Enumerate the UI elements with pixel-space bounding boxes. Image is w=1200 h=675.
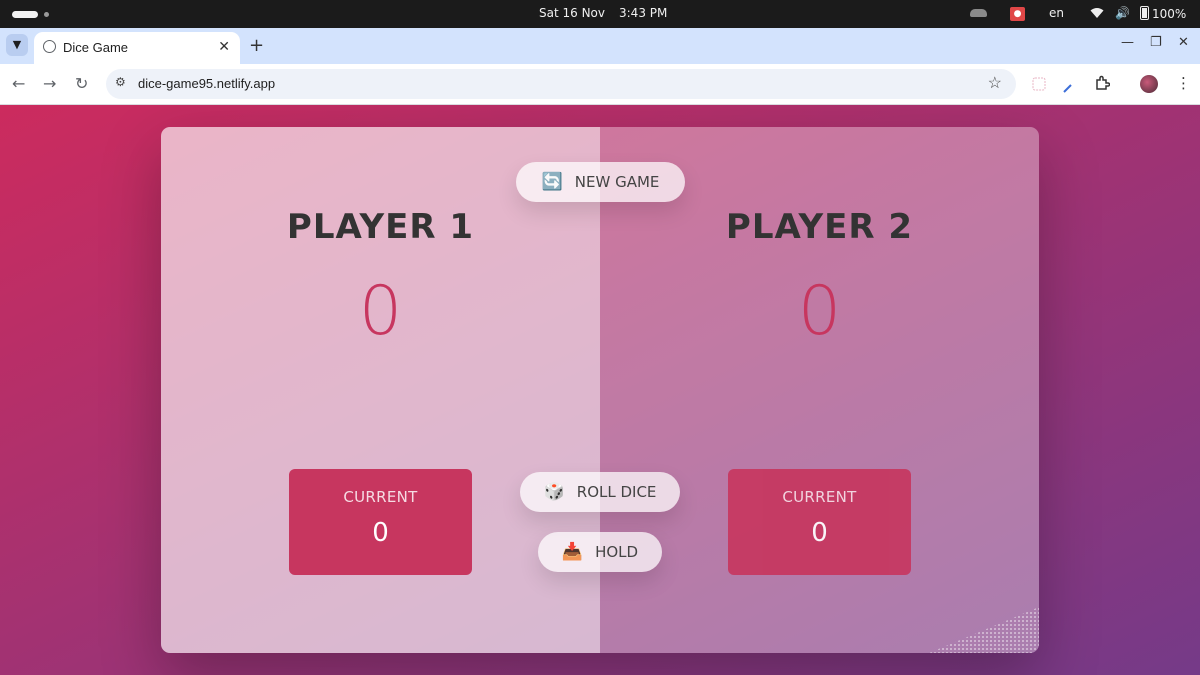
battery-status[interactable]: 100% (1140, 6, 1186, 21)
inbox-tray-icon: 📥 (561, 542, 584, 562)
workspace-dot (44, 12, 49, 17)
roll-dice-label: ROLL DICE (576, 483, 657, 501)
browser-tab-strip: ▼ Dice Game ✕ + — ❐ ✕ (0, 28, 1200, 64)
dice-icon: 🎲 (543, 482, 565, 502)
cloud-icon[interactable] (970, 9, 987, 17)
new-game-button[interactable]: 🔄 NEW GAME (516, 162, 685, 202)
new-tab-plus-icon[interactable]: + (249, 35, 264, 56)
pen-extension-icon[interactable] (1063, 78, 1073, 97)
screen-record-icon[interactable]: ● (1010, 7, 1025, 21)
tab-dice-game[interactable]: Dice Game ✕ (34, 32, 240, 64)
hold-button[interactable]: 📥 HOLD (538, 532, 662, 572)
hold-label: HOLD (595, 543, 639, 561)
profile-avatar[interactable] (1140, 75, 1158, 93)
extension-tile-icon[interactable] (1032, 76, 1046, 95)
roll-dice-button[interactable]: 🎲 ROLL DICE (520, 472, 680, 512)
player-2-current-label: CURRENT (782, 488, 857, 506)
game-board: PLAYER 1 0 CURRENT 0 PLAYER 2 0 CURRENT … (161, 127, 1039, 653)
player-1-name: PLAYER 1 (286, 207, 475, 247)
new-game-label: NEW GAME (574, 173, 660, 191)
os-date: Sat 16 Nov (539, 6, 605, 20)
player-1-score: 0 (358, 272, 403, 351)
player-2-score: 0 (797, 272, 842, 351)
tab-close-icon[interactable]: ✕ (218, 38, 230, 55)
tab-title: Dice Game (63, 40, 129, 55)
player-2-current-box: CURRENT 0 (728, 469, 911, 575)
url-text[interactable]: dice-game95.netlify.app (138, 76, 275, 91)
wifi-icon[interactable] (1090, 7, 1104, 22)
player-1-panel: PLAYER 1 0 CURRENT 0 (161, 127, 600, 653)
os-time: 3:43 PM (619, 6, 668, 20)
bookmark-star-icon[interactable]: ☆ (988, 73, 1002, 93)
activities-indicator[interactable] (12, 11, 38, 18)
address-bar[interactable]: ⚙ dice-game95.netlify.app ☆ (106, 69, 1016, 99)
window-close-icon[interactable]: ✕ (1178, 35, 1189, 50)
os-clock[interactable]: Sat 16 Nov 3:43 PM (539, 6, 667, 20)
page-viewport: PLAYER 1 0 CURRENT 0 PLAYER 2 0 CURRENT … (0, 105, 1200, 675)
os-top-bar: Sat 16 Nov 3:43 PM ● en 🔊 100% (0, 0, 1200, 28)
refresh-icon: 🔄 (541, 172, 563, 192)
player-2-current-score: 0 (811, 518, 828, 548)
player-1-current-label: CURRENT (343, 488, 418, 506)
volume-icon[interactable]: 🔊 (1115, 6, 1130, 20)
decorative-dot-pattern (929, 607, 1039, 653)
battery-percent: 100% (1152, 7, 1187, 21)
back-arrow-icon[interactable]: ← (12, 74, 25, 93)
forward-arrow-icon[interactable]: → (43, 74, 56, 93)
minimize-icon[interactable]: — (1121, 35, 1134, 50)
reload-icon[interactable]: ↻ (75, 74, 88, 93)
site-info-icon[interactable]: ⚙ (115, 75, 126, 89)
battery-icon (1140, 6, 1149, 20)
input-language[interactable]: en (1049, 6, 1064, 20)
player-1-current-box: CURRENT 0 (289, 469, 472, 575)
browser-menu-icon[interactable]: ⋮ (1176, 74, 1191, 92)
player-1-current-score: 0 (372, 518, 389, 548)
restore-icon[interactable]: ❐ (1150, 35, 1162, 50)
globe-icon (43, 40, 56, 53)
player-2-panel: PLAYER 2 0 CURRENT 0 (600, 127, 1039, 653)
browser-toolbar: ← → ↻ ⚙ dice-game95.netlify.app ☆ ⋮ (0, 64, 1200, 105)
tab-search-chevron-icon[interactable]: ▼ (6, 34, 28, 56)
player-2-name: PLAYER 2 (725, 207, 914, 247)
extensions-puzzle-icon[interactable] (1094, 75, 1111, 95)
